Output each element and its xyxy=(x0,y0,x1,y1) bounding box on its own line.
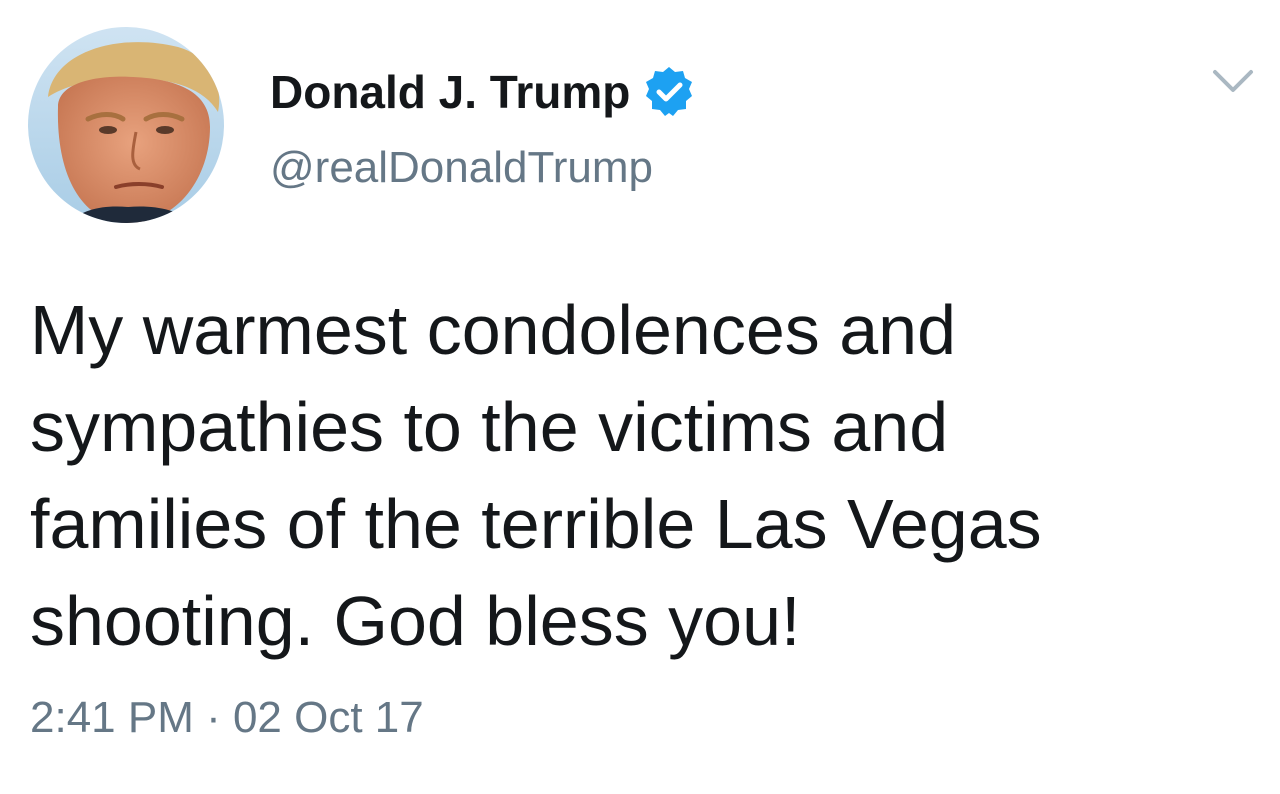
avatar[interactable] xyxy=(28,27,224,223)
tweet-text: My warmest condolences and sympathies to… xyxy=(30,282,1260,670)
tweet-card: Donald J. Trump @realDonaldTrump My warm… xyxy=(0,0,1280,794)
avatar-image xyxy=(28,27,224,223)
author-name-text[interactable]: Donald J. Trump xyxy=(270,62,630,122)
tweet-text-line: shooting. God bless you! xyxy=(30,582,801,660)
tweet-text-line: families of the terrible Las Vegas xyxy=(30,485,1042,563)
tweet-timestamp[interactable]: 2:41 PM · 02 Oct 17 xyxy=(30,688,424,748)
chevron-down-icon[interactable] xyxy=(1211,64,1255,100)
tweet-text-line: sympathies to the victims and xyxy=(30,388,949,466)
author-name[interactable]: Donald J. Trump xyxy=(270,62,696,122)
tweet-text-line: My warmest condolences and xyxy=(30,291,956,369)
verified-badge-icon xyxy=(642,65,696,119)
author-handle[interactable]: @realDonaldTrump xyxy=(270,140,653,196)
